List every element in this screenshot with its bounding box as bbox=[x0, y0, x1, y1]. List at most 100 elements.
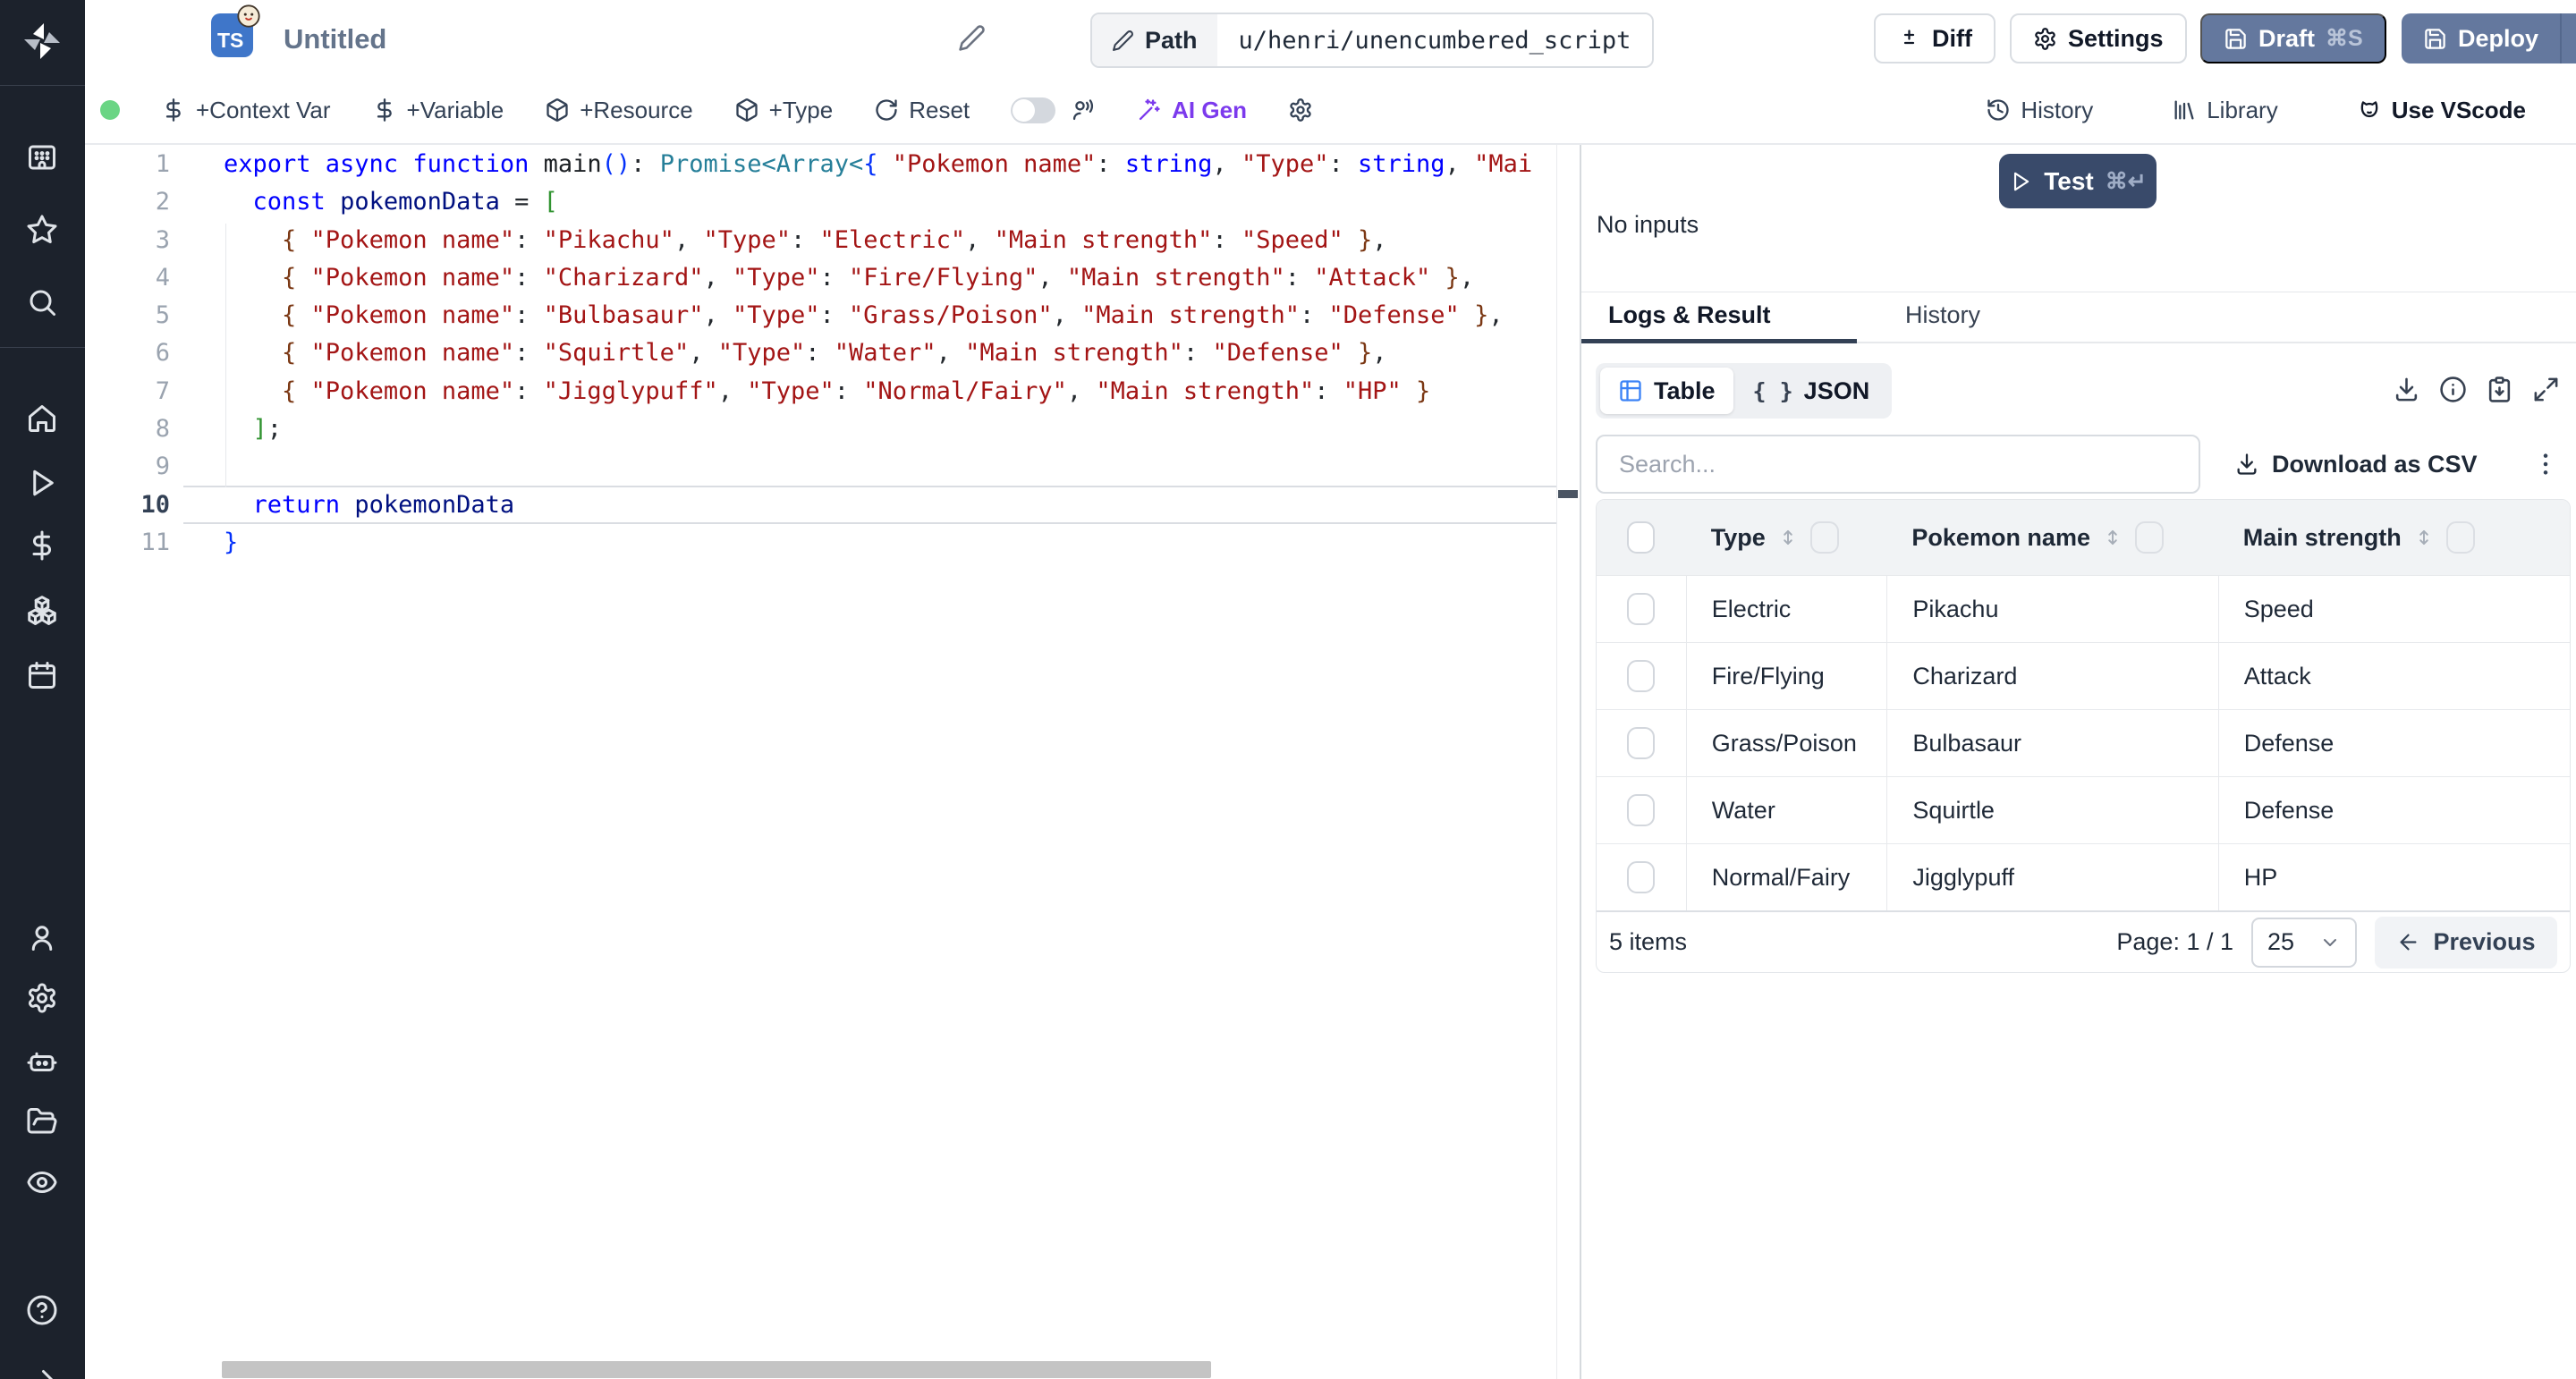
code-line-2[interactable]: const pokemonData = [ bbox=[224, 183, 1580, 221]
code-line-11[interactable]: } bbox=[224, 524, 1580, 562]
table-footer: 5 itemsPage: 1 / 125Previous bbox=[1597, 910, 2570, 972]
line-number: 10 bbox=[85, 486, 170, 524]
sidebar-item-boxes-icon[interactable] bbox=[26, 595, 58, 627]
table-row[interactable]: WaterSquirtleDefense bbox=[1597, 776, 2570, 843]
sidebar-item-calendar-icon[interactable] bbox=[26, 659, 58, 691]
code-line-8[interactable]: ]; bbox=[224, 410, 1580, 448]
table-row[interactable]: Fire/FlyingCharizardAttack bbox=[1597, 642, 2570, 709]
column-filter-box[interactable] bbox=[2135, 521, 2164, 554]
settings-button[interactable]: Settings bbox=[2010, 13, 2187, 63]
select-all-checkbox[interactable] bbox=[1627, 521, 1655, 554]
table-row[interactable]: ElectricPikachuSpeed bbox=[1597, 575, 2570, 642]
code-content[interactable]: export async function main(): Promise<Ar… bbox=[224, 146, 1580, 562]
add-context-var-button[interactable]: +Context Var bbox=[161, 97, 331, 124]
sidebar-item-arrowRight-icon[interactable] bbox=[26, 1365, 58, 1379]
path-label: Path bbox=[1145, 27, 1198, 55]
code-line-6[interactable]: { "Pokemon name": "Squirtle", "Type": "W… bbox=[224, 334, 1580, 372]
code-line-5[interactable]: { "Pokemon name": "Bulbasaur", "Type": "… bbox=[224, 297, 1580, 334]
expand-icon[interactable] bbox=[2532, 376, 2560, 403]
code-editor[interactable]: 1234567891011 export async function main… bbox=[85, 145, 1580, 1379]
plus-minus-icon bbox=[1897, 27, 1921, 51]
view-json-label: JSON bbox=[1804, 377, 1870, 405]
add-type-button[interactable]: +Type bbox=[734, 97, 834, 124]
tab-logs-result[interactable]: Logs & Result bbox=[1608, 301, 1771, 329]
sidebar-item-eye-icon[interactable] bbox=[26, 1166, 58, 1198]
search-input[interactable] bbox=[1617, 450, 2179, 479]
save-icon bbox=[2224, 27, 2248, 51]
previous-page-button[interactable]: Previous bbox=[2375, 917, 2557, 969]
script-path-field[interactable]: Path u/henri/unencumbered_script bbox=[1090, 13, 1654, 68]
add-variable-button[interactable]: +Variable bbox=[372, 97, 504, 124]
sidebar-item-help-icon[interactable] bbox=[26, 1294, 58, 1326]
sidebar-item-play-icon[interactable] bbox=[26, 467, 58, 499]
diff-button[interactable]: Diff bbox=[1874, 13, 1996, 63]
deploy-dropdown-button[interactable] bbox=[2560, 13, 2576, 63]
sort-icon[interactable] bbox=[2412, 526, 2436, 549]
ai-gen-button[interactable]: AI Gen bbox=[1137, 97, 1247, 124]
edit-title-pencil-icon[interactable] bbox=[958, 24, 986, 52]
items-count: 5 items bbox=[1609, 928, 1687, 956]
sidebar-item-dollar-icon[interactable] bbox=[26, 529, 58, 562]
code-line-4[interactable]: { "Pokemon name": "Charizard", "Type": "… bbox=[224, 259, 1580, 297]
sidebar-item-folder-icon[interactable] bbox=[26, 1105, 58, 1138]
use-vscode-button[interactable]: Use VScode bbox=[2357, 97, 2526, 124]
page-size-select[interactable]: 25 bbox=[2251, 918, 2357, 968]
download-icon[interactable] bbox=[2393, 376, 2420, 403]
deploy-button[interactable]: Deploy bbox=[2402, 13, 2560, 63]
history-button[interactable]: History bbox=[1986, 97, 2093, 124]
sidebar-item-search-icon[interactable] bbox=[26, 286, 58, 318]
copy-to-clipboard-icon[interactable] bbox=[2486, 376, 2513, 403]
path-value[interactable]: u/henri/unencumbered_script bbox=[1217, 14, 1653, 66]
code-line-10[interactable]: return pokemonData bbox=[224, 486, 1580, 524]
code-line-3[interactable]: { "Pokemon name": "Pikachu", "Type": "El… bbox=[224, 222, 1580, 259]
column-filter-box[interactable] bbox=[2446, 521, 2475, 554]
refresh-icon bbox=[874, 97, 899, 123]
download-csv-button[interactable]: Download as CSV bbox=[2234, 440, 2478, 488]
draft-shortcut: ⌘S bbox=[2326, 25, 2363, 52]
sidebar-divider bbox=[0, 347, 85, 348]
info-icon[interactable] bbox=[2439, 376, 2467, 403]
draft-button[interactable]: Draft ⌘S bbox=[2200, 13, 2386, 63]
row-checkbox[interactable] bbox=[1627, 593, 1655, 625]
multiplayer-toggle-group bbox=[1011, 97, 1096, 123]
sort-icon[interactable] bbox=[1776, 526, 1800, 549]
add-resource-button[interactable]: +Resource bbox=[545, 97, 692, 124]
sidebar-item-home-icon[interactable] bbox=[26, 402, 58, 435]
sidebar-item-star-icon[interactable] bbox=[26, 214, 58, 246]
column-filter-box[interactable] bbox=[1810, 521, 1839, 554]
windmill-logo-icon[interactable] bbox=[21, 20, 64, 63]
editor-settings-button[interactable] bbox=[1288, 97, 1313, 123]
table-cell: Grass/Poison bbox=[1686, 710, 1887, 776]
table-row[interactable]: Normal/FairyJigglypuffHP bbox=[1597, 843, 2570, 910]
test-button[interactable]: Test ⌘↵ bbox=[1999, 154, 2157, 208]
sidebar-item-apps-icon[interactable] bbox=[26, 141, 58, 173]
view-json-button[interactable]: { } JSON bbox=[1735, 368, 1888, 414]
view-table-button[interactable]: Table bbox=[1600, 368, 1733, 414]
line-number: 7 bbox=[85, 373, 170, 410]
ai-gen-label: AI Gen bbox=[1172, 97, 1247, 124]
sidebar-item-bot-icon[interactable] bbox=[26, 1045, 58, 1077]
row-checkbox[interactable] bbox=[1627, 794, 1655, 826]
code-line-7[interactable]: { "Pokemon name": "Jigglypuff", "Type": … bbox=[224, 373, 1580, 410]
line-number: 3 bbox=[85, 222, 170, 259]
test-button-label: Test bbox=[2044, 167, 2094, 196]
horizontal-scrollbar[interactable] bbox=[222, 1361, 1211, 1378]
line-number: 11 bbox=[85, 524, 170, 562]
more-options-kebab-icon[interactable] bbox=[2531, 445, 2560, 483]
table-row[interactable]: Grass/PoisonBulbasaurDefense bbox=[1597, 709, 2570, 776]
tab-history[interactable]: History bbox=[1905, 301, 1980, 329]
reset-button[interactable]: Reset bbox=[874, 97, 970, 124]
sidebar-item-user-icon[interactable] bbox=[26, 921, 58, 953]
code-line-1[interactable]: export async function main(): Promise<Ar… bbox=[224, 146, 1580, 183]
code-line-9[interactable] bbox=[224, 448, 1580, 486]
column-label: Type bbox=[1711, 524, 1766, 552]
library-button[interactable]: Library bbox=[2172, 97, 2277, 124]
multiplayer-toggle[interactable] bbox=[1011, 97, 1055, 123]
wand-sparkles-icon bbox=[1137, 97, 1162, 123]
row-checkbox[interactable] bbox=[1627, 861, 1655, 893]
sidebar-item-gear-icon[interactable] bbox=[26, 982, 58, 1014]
row-checkbox[interactable] bbox=[1627, 660, 1655, 692]
table-cell: Squirtle bbox=[1886, 777, 2217, 843]
sort-icon[interactable] bbox=[2101, 526, 2124, 549]
row-checkbox[interactable] bbox=[1627, 727, 1655, 759]
